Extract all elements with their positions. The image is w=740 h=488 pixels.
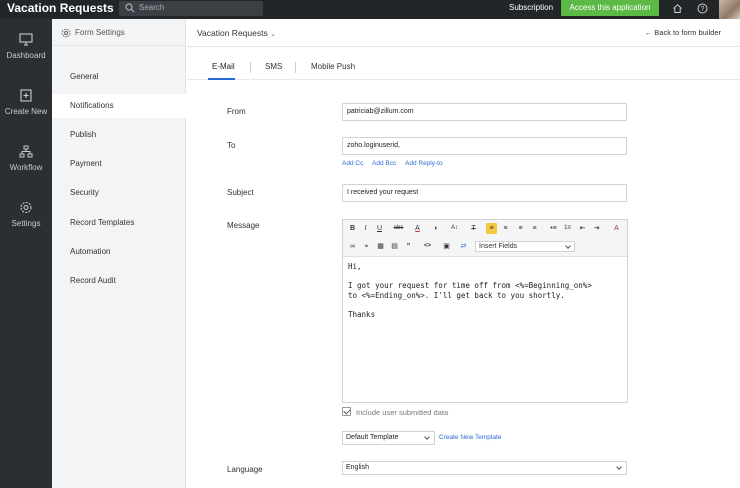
- bulleted-list-icon[interactable]: •≡: [548, 223, 559, 234]
- font-size-icon[interactable]: A↕: [449, 223, 460, 234]
- svg-text:?: ?: [701, 6, 705, 13]
- language-label: Language: [227, 465, 263, 474]
- sidebar-item-record-templates[interactable]: Record Templates: [52, 211, 186, 235]
- sidebar-item-general[interactable]: General: [52, 65, 186, 89]
- top-bar: Vacation Requests Search Subscription Ac…: [0, 0, 740, 19]
- sidebar-header: Form Settings: [52, 19, 186, 46]
- notification-tabs: E-Mail SMS Mobile Push: [187, 48, 740, 80]
- app-title: Vacation Requests: [7, 1, 114, 15]
- paint-format-icon[interactable]: A: [611, 223, 622, 234]
- sidebar-item-record-audit[interactable]: Record Audit: [52, 269, 186, 293]
- tab-divider: [295, 62, 296, 73]
- source-icon[interactable]: ⇄: [458, 241, 469, 252]
- italic-icon[interactable]: I: [360, 223, 371, 234]
- message-editor[interactable]: B I U abc A ◐ A↕ T ≡ ≡ ≡ ≡ •≡ 1≡ ⇤ ⇥ A ∞…: [342, 219, 628, 403]
- include-data-label: Include user submitted data: [356, 408, 449, 417]
- breadcrumb-label: Vacation Requests: [197, 28, 268, 38]
- align-right-icon[interactable]: ≡: [515, 223, 526, 234]
- avatar[interactable]: [719, 0, 740, 19]
- rail-item-label: Dashboard: [6, 51, 46, 60]
- tab-email[interactable]: E-Mail: [212, 62, 235, 71]
- home-icon[interactable]: [672, 3, 683, 14]
- add-reply-to-link[interactable]: Add Reply-to: [405, 160, 443, 167]
- sidebar-item-publish[interactable]: Publish: [52, 123, 186, 147]
- arrow-left-icon: ←: [644, 28, 653, 37]
- from-label: From: [227, 107, 246, 116]
- message-line: I got your request for time off from <%=…: [348, 281, 592, 290]
- breadcrumb[interactable]: Vacation Requests ⌄: [197, 28, 276, 38]
- code-icon[interactable]: <>: [422, 241, 433, 252]
- rail-item-dashboard[interactable]: Dashboard: [0, 33, 52, 60]
- subject-label: Subject: [227, 188, 254, 197]
- back-to-form-builder-link[interactable]: ← Back to form builder: [645, 28, 721, 37]
- sidebar-item-notifications[interactable]: Notifications: [52, 94, 186, 118]
- clear-format-icon[interactable]: T: [468, 223, 479, 234]
- rail-item-create-new[interactable]: Create New: [0, 89, 52, 116]
- create-new-template-link[interactable]: Create New Template: [439, 434, 501, 441]
- chevron-down-icon: ⌄: [270, 31, 276, 38]
- sidebar-item-automation[interactable]: Automation: [52, 240, 186, 264]
- to-field[interactable]: zoho.loginuserid,: [342, 137, 627, 155]
- tab-sms[interactable]: SMS: [265, 62, 282, 71]
- template-select[interactable]: Default Template: [342, 431, 435, 445]
- bold-icon[interactable]: B: [347, 223, 358, 234]
- access-application-button[interactable]: Access this application: [561, 0, 659, 16]
- editor-toolbar: B I U abc A ◐ A↕ T ≡ ≡ ≡ ≡ •≡ 1≡ ⇤ ⇥ A ∞…: [343, 220, 627, 257]
- insert-image-icon[interactable]: ▣: [441, 241, 452, 252]
- search-box[interactable]: Search: [119, 1, 263, 16]
- link-icon[interactable]: ∞: [347, 241, 358, 252]
- message-line: Thanks: [348, 310, 376, 319]
- tab-divider: [250, 62, 251, 73]
- font-color-icon[interactable]: A: [412, 223, 423, 234]
- subscription-link[interactable]: Subscription: [509, 3, 553, 12]
- monitor-icon: [19, 33, 33, 46]
- back-link-label: Back to form builder: [654, 28, 721, 37]
- highlight-icon[interactable]: ◐: [431, 223, 442, 234]
- add-cc-link[interactable]: Add Cc: [342, 160, 363, 167]
- outdent-icon[interactable]: ⇤: [577, 223, 588, 234]
- indent-icon[interactable]: ⇥: [591, 223, 602, 234]
- search-icon: [125, 3, 135, 13]
- include-data-checkbox[interactable]: [342, 407, 351, 416]
- horizontal-rule-icon[interactable]: ▤: [389, 241, 400, 252]
- align-center-icon[interactable]: ≡: [500, 223, 511, 234]
- help-icon[interactable]: ?: [697, 3, 708, 14]
- search-input[interactable]: Search: [139, 3, 164, 12]
- insert-fields-select[interactable]: Insert Fields: [475, 241, 575, 252]
- rail-item-settings[interactable]: Settings: [0, 201, 52, 228]
- settings-sidebar: Form Settings General Notifications Publ…: [52, 19, 186, 488]
- message-line: Hi,: [348, 262, 362, 271]
- rail-item-label: Create New: [4, 107, 48, 116]
- rail-item-label: Workflow: [9, 163, 43, 172]
- tab-mobile-push[interactable]: Mobile Push: [311, 62, 355, 71]
- align-left-icon[interactable]: ≡: [486, 223, 497, 234]
- unlink-icon[interactable]: ⌖: [361, 241, 372, 252]
- active-tab-indicator: [208, 78, 235, 80]
- create-new-icon: [20, 89, 32, 102]
- language-select[interactable]: English: [342, 461, 627, 475]
- from-field[interactable]: patriciab@zillum.com: [342, 103, 627, 121]
- gear-icon: [61, 28, 71, 38]
- main-header: Vacation Requests ⌄ ← Back to form build…: [187, 19, 740, 47]
- sidebar-item-security[interactable]: Security: [52, 181, 186, 205]
- underline-icon[interactable]: U: [374, 223, 385, 234]
- to-label: To: [227, 141, 236, 150]
- left-rail: Dashboard Create New Workflow Settings: [0, 19, 52, 488]
- numbered-list-icon[interactable]: 1≡: [562, 223, 573, 234]
- sidebar-title: Form Settings: [75, 28, 125, 37]
- workflow-icon: [19, 145, 33, 158]
- rail-item-label: Settings: [11, 219, 41, 228]
- subject-field[interactable]: I received your request: [342, 184, 627, 202]
- sidebar-item-payment[interactable]: Payment: [52, 152, 186, 176]
- table-icon[interactable]: ▦: [375, 241, 386, 252]
- add-bcc-link[interactable]: Add Bcc: [372, 160, 396, 167]
- gear-icon: [20, 201, 32, 214]
- message-line: to <%=Ending_on%>. I'll get back to you …: [348, 291, 565, 300]
- message-label: Message: [227, 221, 260, 230]
- strikethrough-icon[interactable]: abc: [393, 223, 404, 234]
- quote-icon[interactable]: ”: [403, 241, 414, 252]
- rail-item-workflow[interactable]: Workflow: [0, 145, 52, 172]
- justify-icon[interactable]: ≡: [529, 223, 540, 234]
